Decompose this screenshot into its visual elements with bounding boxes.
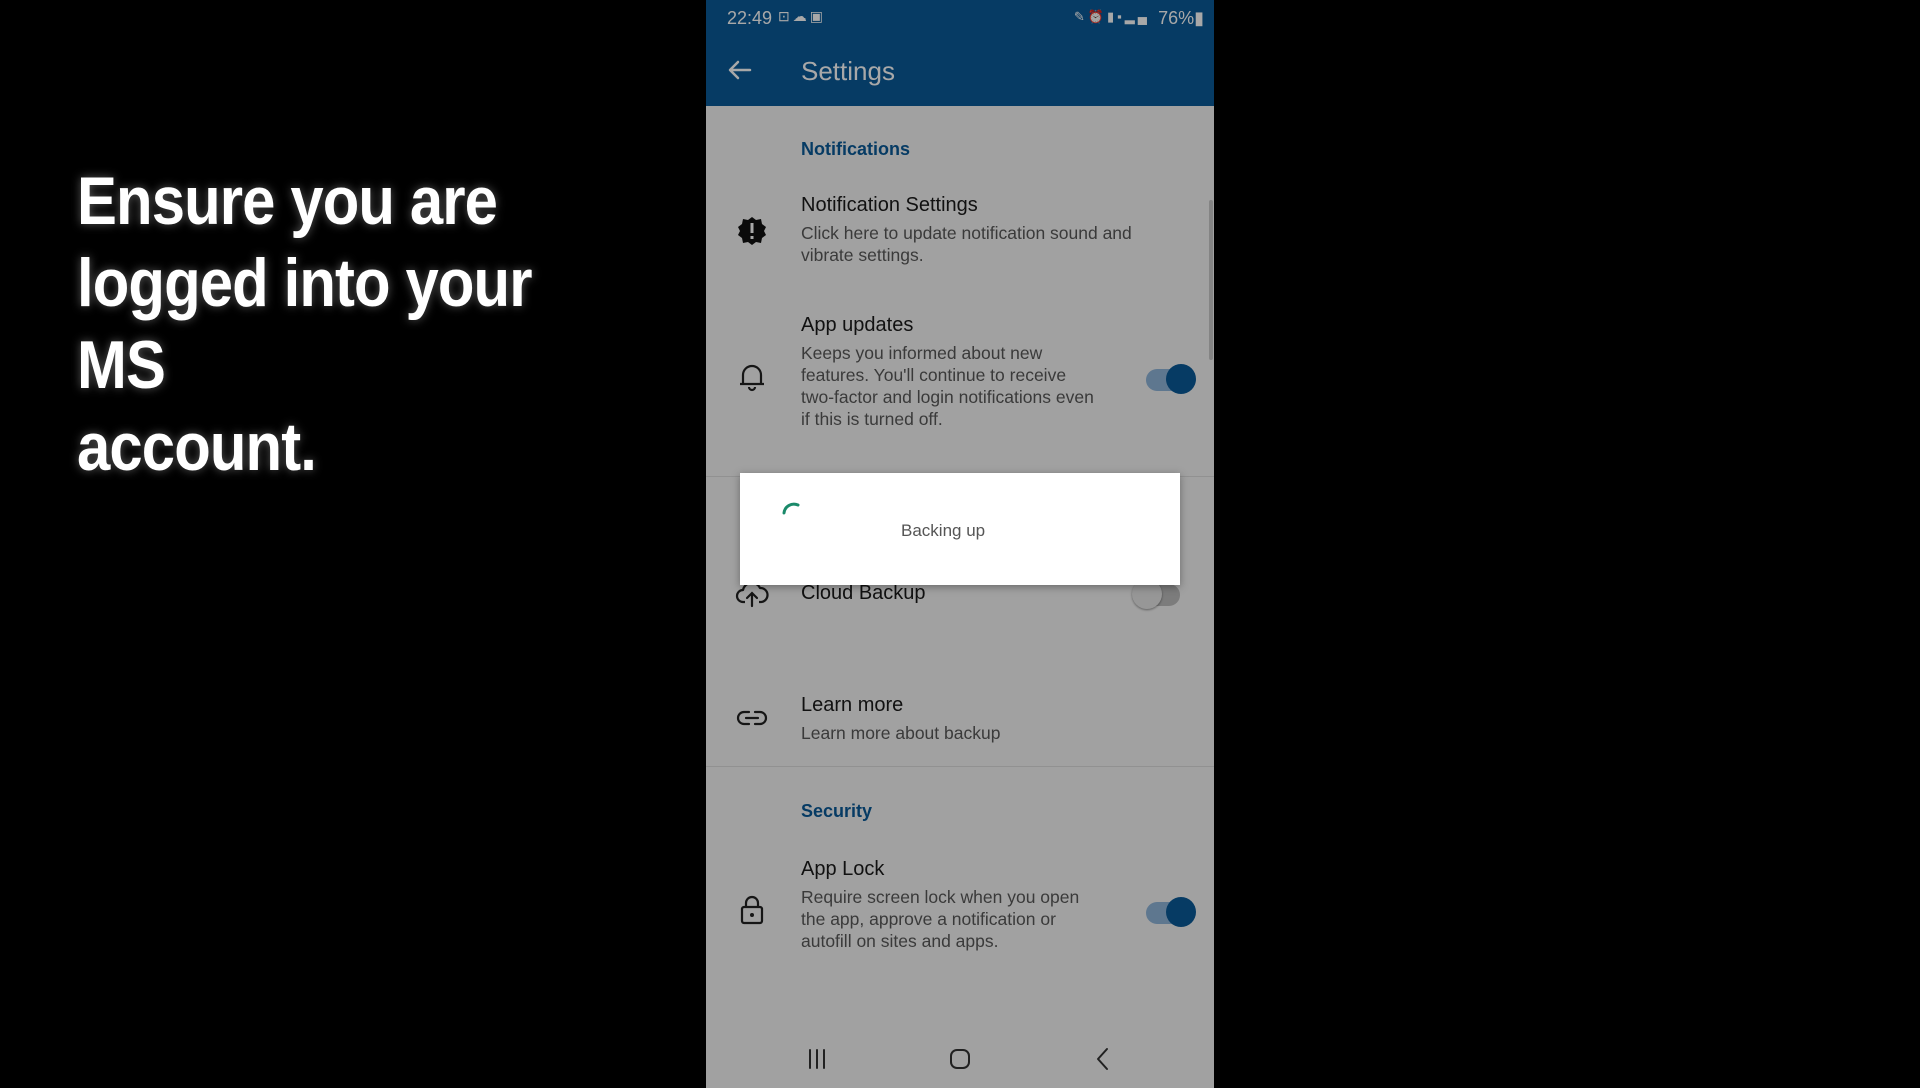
caption-line-2: logged into your MS xyxy=(77,245,533,403)
backup-progress-dialog: Backing up xyxy=(740,473,1180,585)
caption-line-1: Ensure you are xyxy=(77,163,498,239)
instruction-caption: Ensure you are logged into your MS accou… xyxy=(77,160,605,488)
dialog-message: Backing up xyxy=(901,521,986,540)
phone-screen: 22:49 ⊡☁▣ ✎⏰▮▪▂▄ 76%▮ Settings Notificat… xyxy=(706,0,1214,1088)
loading-spinner-icon xyxy=(782,502,800,515)
caption-line-3: account. xyxy=(77,409,317,485)
